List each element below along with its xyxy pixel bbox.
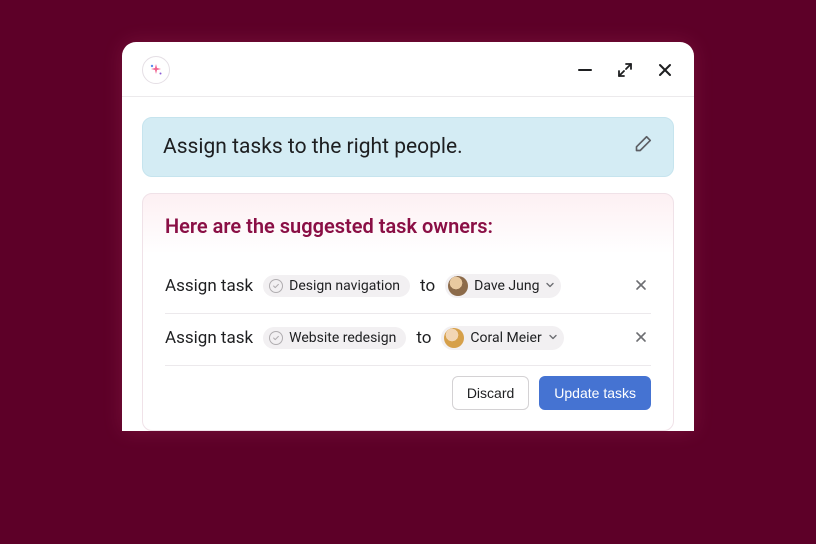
edit-icon[interactable] [631, 134, 653, 160]
remove-row-button[interactable] [631, 324, 651, 351]
task-name: Design navigation [289, 278, 400, 294]
query-banner: Assign tasks to the right people. [142, 117, 674, 177]
expand-button[interactable] [616, 61, 634, 79]
suggestion-row: Assign task Design navigation to Dave Ju… [165, 262, 651, 314]
person-name: Coral Meier [470, 330, 541, 346]
ai-assign-dialog: Assign tasks to the right people. Here a… [122, 42, 694, 431]
person-chip[interactable]: Coral Meier [441, 326, 563, 350]
window-controls [576, 61, 674, 79]
to-label: to [416, 328, 431, 348]
avatar [444, 328, 464, 348]
task-name: Website redesign [289, 330, 396, 346]
row-prefix: Assign task [165, 328, 253, 348]
remove-row-button[interactable] [631, 272, 651, 299]
task-chip[interactable]: Design navigation [263, 275, 410, 297]
sparkle-icon [142, 56, 170, 84]
avatar [448, 276, 468, 296]
close-button[interactable] [656, 61, 674, 79]
row-prefix: Assign task [165, 276, 253, 296]
dialog-body: Assign tasks to the right people. Here a… [122, 97, 694, 431]
person-name: Dave Jung [474, 278, 539, 294]
minimize-button[interactable] [576, 61, 594, 79]
to-label: to [420, 276, 435, 296]
chevron-down-icon [548, 330, 558, 346]
query-text: Assign tasks to the right people. [163, 135, 463, 159]
update-tasks-button[interactable]: Update tasks [539, 376, 651, 410]
check-circle-icon [269, 279, 283, 293]
task-chip[interactable]: Website redesign [263, 327, 406, 349]
card-title: Here are the suggested task owners: [165, 214, 651, 238]
check-circle-icon [269, 331, 283, 345]
titlebar [122, 42, 694, 97]
chevron-down-icon [545, 278, 555, 294]
suggestion-row: Assign task Website redesign to Coral Me… [165, 314, 651, 366]
suggestions-card: Here are the suggested task owners: Assi… [142, 193, 674, 431]
card-footer: Discard Update tasks [165, 366, 651, 412]
person-chip[interactable]: Dave Jung [445, 274, 561, 298]
discard-button[interactable]: Discard [452, 376, 529, 410]
